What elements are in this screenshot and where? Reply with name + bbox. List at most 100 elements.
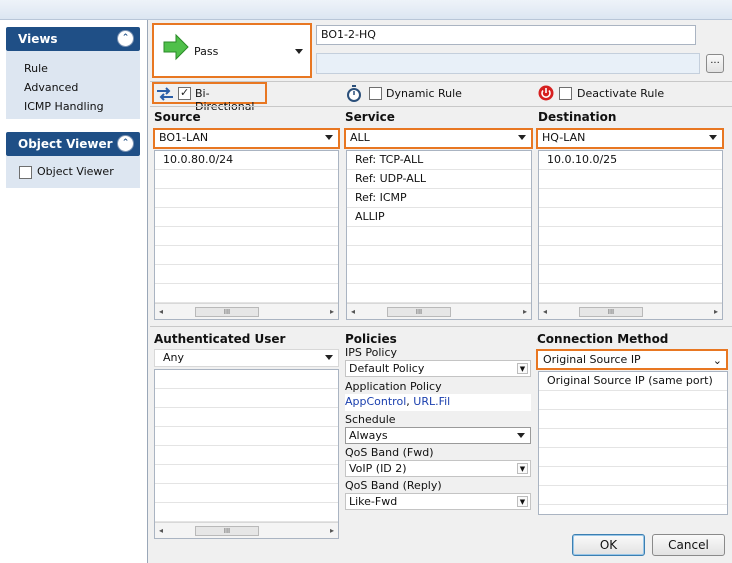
action-dropdown-arrow-icon[interactable]	[295, 49, 303, 54]
service-heading: Service	[345, 110, 395, 124]
list-item[interactable]: Ref: ICMP	[347, 189, 531, 208]
chevron-down-icon[interactable]: ▼	[517, 363, 528, 374]
chevron-down-icon[interactable]	[518, 135, 526, 140]
chevron-down-icon[interactable]	[325, 135, 333, 140]
list-item[interactable]: ALLIP	[347, 208, 531, 227]
list-item	[155, 227, 338, 246]
urlfil-link[interactable]: URL.Fil	[413, 395, 450, 408]
chevron-down-icon[interactable]: ⌄	[713, 354, 722, 367]
chevron-down-icon[interactable]	[517, 433, 525, 438]
appcontrol-link[interactable]: AppControl	[345, 395, 406, 408]
horizontal-scrollbar[interactable]: ◂ III ▸	[155, 522, 338, 538]
deactivate-rule-checkbox[interactable]	[559, 87, 572, 100]
views-panel-body: Rule Advanced ICMP Handling	[6, 51, 140, 119]
qos-reply-value: Like-Fwd	[349, 495, 398, 508]
list-item	[347, 246, 531, 265]
application-policy-label: Application Policy	[345, 380, 442, 393]
list-item	[539, 170, 722, 189]
authenticated-user-list[interactable]: ◂ III ▸	[154, 369, 339, 539]
connection-method-selector[interactable]: Original Source IP ⌄	[536, 349, 728, 370]
list-item[interactable]: 10.0.10.0/25	[539, 151, 722, 170]
list-item	[539, 448, 727, 467]
schedule-label: Schedule	[345, 413, 396, 426]
scroll-right-icon[interactable]: ▸	[714, 307, 718, 316]
object-viewer-panel-header[interactable]: Object Viewer ⌃	[6, 132, 140, 156]
divider	[150, 326, 732, 327]
scroll-left-icon[interactable]: ◂	[159, 526, 163, 535]
view-item-rule[interactable]: Rule	[24, 62, 48, 75]
horizontal-scrollbar[interactable]: ◂ III ▸	[539, 303, 722, 319]
rule-editor: Pass BO1-2-HQ ... Bi-Directional Dynamic…	[150, 20, 732, 563]
scroll-left-icon[interactable]: ◂	[159, 307, 163, 316]
divider	[150, 106, 732, 107]
list-item[interactable]: Ref: UDP-ALL	[347, 170, 531, 189]
list-item	[539, 208, 722, 227]
scroll-thumb[interactable]: III	[195, 307, 259, 317]
view-item-icmp-handling[interactable]: ICMP Handling	[24, 100, 104, 113]
scroll-right-icon[interactable]: ▸	[523, 307, 527, 316]
service-list[interactable]: Ref: TCP-ALL Ref: UDP-ALL Ref: ICMP ALLI…	[346, 150, 532, 320]
scroll-right-icon[interactable]: ▸	[330, 526, 334, 535]
scroll-right-icon[interactable]: ▸	[330, 307, 334, 316]
connection-method-heading: Connection Method	[537, 332, 669, 346]
horizontal-scrollbar[interactable]: ◂ III ▸	[347, 303, 531, 319]
list-item	[347, 265, 531, 284]
chevron-down-icon[interactable]: ▼	[517, 496, 528, 507]
action-label: Pass	[194, 45, 219, 58]
source-selected-value: BO1-LAN	[159, 131, 209, 144]
destination-selected-value: HQ-LAN	[542, 131, 586, 144]
ips-policy-value: Default Policy	[349, 362, 425, 375]
object-viewer-panel-body: Object Viewer	[6, 156, 140, 188]
list-item[interactable]: Original Source IP (same port)	[539, 372, 727, 391]
rule-description-field[interactable]	[316, 53, 700, 74]
list-item[interactable]: 10.0.80.0/24	[155, 151, 338, 170]
scroll-thumb[interactable]: III	[195, 526, 259, 536]
chevron-down-icon[interactable]	[709, 135, 717, 140]
connection-method-list[interactable]: Original Source IP (same port)	[538, 371, 728, 515]
deactivate-rule-label: Deactivate Rule	[577, 87, 665, 100]
list-item	[539, 227, 722, 246]
service-selected-value: ALL	[350, 131, 370, 144]
source-list[interactable]: 10.0.80.0/24 ◂ III ▸	[154, 150, 339, 320]
rule-name-value: BO1-2-HQ	[321, 28, 376, 41]
dynamic-rule-checkbox[interactable]	[369, 87, 382, 100]
schedule-select[interactable]: Always	[345, 427, 531, 444]
action-selector[interactable]: Pass	[152, 23, 312, 78]
scroll-left-icon[interactable]: ◂	[543, 307, 547, 316]
object-viewer-checkbox[interactable]	[19, 166, 32, 179]
list-item[interactable]: Ref: TCP-ALL	[347, 151, 531, 170]
authenticated-user-selector[interactable]: Any	[154, 349, 339, 367]
ok-button[interactable]: OK	[572, 534, 645, 556]
qos-reply-label: QoS Band (Reply)	[345, 479, 442, 492]
stopwatch-icon	[347, 85, 361, 102]
scroll-left-icon[interactable]: ◂	[351, 307, 355, 316]
horizontal-scrollbar[interactable]: ◂ III ▸	[155, 303, 338, 319]
scroll-thumb[interactable]: III	[579, 307, 643, 317]
list-item	[539, 429, 727, 448]
chevron-down-icon[interactable]: ▼	[517, 463, 528, 474]
destination-list[interactable]: 10.0.10.0/25 ◂ III ▸	[538, 150, 723, 320]
list-item	[539, 486, 727, 505]
rule-name-field[interactable]: BO1-2-HQ	[316, 25, 696, 45]
qos-fwd-select[interactable]: VoIP (ID 2) ▼	[345, 460, 531, 477]
authenticated-user-value: Any	[163, 351, 185, 364]
destination-selector[interactable]: HQ-LAN	[536, 128, 724, 149]
list-item	[155, 370, 338, 389]
scroll-thumb[interactable]: III	[387, 307, 451, 317]
bidirectional-checkbox[interactable]	[178, 86, 191, 100]
list-item	[539, 467, 727, 486]
qos-reply-select[interactable]: Like-Fwd ▼	[345, 493, 531, 510]
views-panel-header[interactable]: Views ⌃	[6, 27, 140, 51]
bidirectional-option[interactable]: Bi-Directional	[152, 82, 267, 113]
collapse-chevron-icon[interactable]: ⌃	[117, 30, 134, 47]
chevron-down-icon[interactable]	[325, 355, 333, 360]
cancel-button[interactable]: Cancel	[652, 534, 725, 556]
description-browse-button[interactable]: ...	[706, 54, 724, 73]
dynamic-rule-label: Dynamic Rule	[386, 87, 462, 100]
view-item-advanced[interactable]: Advanced	[24, 81, 78, 94]
ips-policy-select[interactable]: Default Policy ▼	[345, 360, 531, 377]
collapse-chevron-icon[interactable]: ⌃	[117, 135, 134, 152]
policies-heading: Policies	[345, 332, 397, 346]
source-selector[interactable]: BO1-LAN	[153, 128, 340, 149]
service-selector[interactable]: ALL	[344, 128, 533, 149]
